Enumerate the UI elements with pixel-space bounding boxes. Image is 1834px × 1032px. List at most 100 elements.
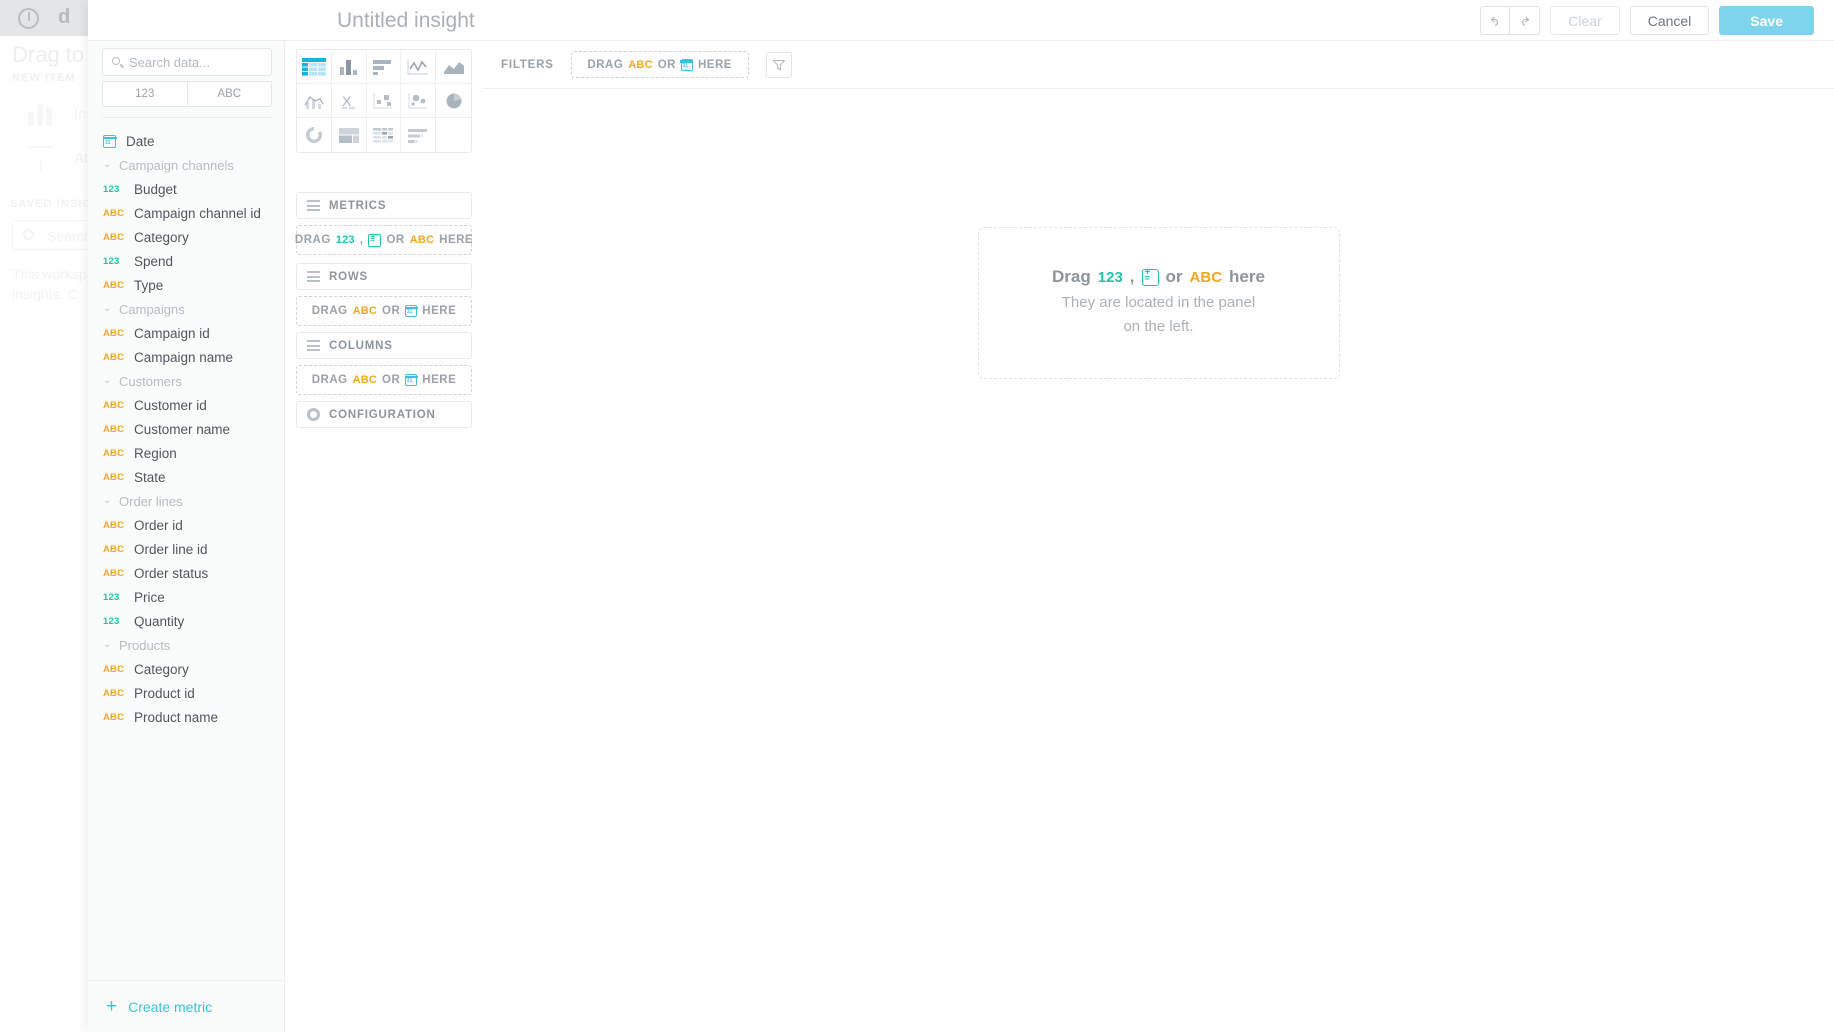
configuration-header[interactable]: CONFIGURATION	[296, 401, 472, 428]
field-row[interactable]: ABC Product id	[88, 681, 284, 705]
columns-header[interactable]: COLUMNS	[296, 332, 472, 359]
redo-icon[interactable]	[1510, 6, 1541, 35]
field-group-header[interactable]: ⌄ Products	[88, 633, 284, 657]
field-row[interactable]: 123 Quantity	[88, 609, 284, 633]
text-type-tag: ABC	[103, 447, 125, 459]
field-type-toggle: 123 ABC	[102, 81, 272, 107]
field-row[interactable]: ABC State	[88, 465, 284, 489]
viz-combo-chart[interactable]	[297, 84, 332, 118]
viz-table-chart[interactable]	[297, 50, 332, 84]
field-row[interactable]: ABC Campaign id	[88, 321, 284, 345]
field-label: Type	[134, 277, 164, 293]
field-row[interactable]: ABC Product name	[88, 705, 284, 729]
dropzone-or-label: OR	[382, 305, 401, 317]
dropzone-drag-label: DRAG	[311, 305, 348, 317]
toggle-text[interactable]: ABC	[186, 82, 272, 106]
field-list[interactable]: Date ⌄ Campaign channels 123 Budget ABC Campa…	[88, 125, 284, 980]
field-row[interactable]: ABC Customer name	[88, 417, 284, 441]
filter-toggle-button[interactable]	[765, 51, 792, 78]
field-row[interactable]: 123 Spend	[88, 249, 284, 273]
configuration-label: CONFIGURATION	[329, 408, 436, 421]
toggle-numeric[interactable]: 123	[103, 82, 187, 106]
field-row[interactable]: ABC Order status	[88, 561, 284, 585]
viz-pie-chart[interactable]	[436, 84, 471, 118]
filters-dropzone[interactable]: DRAG ABC OR HERE	[570, 51, 749, 78]
viz-heatmap-chart[interactable]	[401, 84, 437, 118]
viz-bubble-chart[interactable]	[366, 84, 402, 118]
empty-state-or-label: or	[1165, 267, 1183, 286]
save-button[interactable]: Save	[1719, 6, 1814, 35]
viz-line-chart[interactable]	[401, 50, 437, 84]
viz-donut-chart[interactable]	[297, 118, 332, 152]
background-search-placeholder: Search	[47, 228, 92, 244]
field-label: Campaign name	[134, 349, 234, 365]
text-type-tag: ABC	[103, 687, 125, 699]
metrics-header[interactable]: METRICS	[296, 192, 472, 219]
search-input[interactable]	[129, 49, 267, 75]
text-type-tag: ABC	[103, 711, 125, 723]
field-label: Region	[134, 445, 177, 461]
field-row[interactable]: ABC Region	[88, 441, 284, 465]
field-row[interactable]: ABC Customer id	[88, 393, 284, 417]
field-row[interactable]: ABC Campaign name	[88, 345, 284, 369]
field-row[interactable]: ABC Campaign channel id	[88, 201, 284, 225]
page-title[interactable]: Untitled insight	[337, 9, 475, 33]
viz-bar-chart[interactable]	[366, 50, 402, 84]
text-type-tag: ABC	[103, 663, 125, 675]
columns-dropzone[interactable]: DRAG ABC OR HERE	[296, 365, 472, 395]
configuration-column: X METRICS DRAG 123 , + = OR ABC HERE ROW…	[285, 41, 483, 1032]
field-label: Customer name	[134, 421, 231, 437]
field-row[interactable]: 123 Budget	[88, 177, 284, 201]
data-catalog-panel: 123 ABC Date ⌄ Campaign channels 123 Budget…	[88, 41, 285, 1032]
undo-icon[interactable]	[1480, 6, 1511, 35]
header-actions: Clear Cancel Save	[1480, 6, 1814, 35]
field-row[interactable]: ABC Order line id	[88, 537, 284, 561]
list-icon	[307, 271, 320, 282]
field-row[interactable]: ABC Category	[88, 657, 284, 681]
viz-scatter-chart[interactable]: X	[331, 84, 367, 118]
columns-label: COLUMNS	[329, 339, 393, 352]
numeric-type-tag: 123	[103, 615, 120, 627]
numeric-type-tag: 123	[103, 255, 120, 267]
field-group-label: Customers	[119, 373, 182, 389]
field-label: Date	[126, 133, 155, 149]
field-row[interactable]: ABC Type	[88, 273, 284, 297]
empty-state-subtext-line1: They are located in the panel	[1061, 294, 1256, 311]
field-group-header[interactable]: ⌄ Campaign channels	[88, 153, 284, 177]
calendar-icon	[102, 134, 117, 148]
field-group-header[interactable]: ⌄ Order lines	[88, 489, 284, 513]
field-group-header[interactable]: ⌄ Campaigns	[88, 297, 284, 321]
text-type-tag: ABC	[103, 231, 125, 243]
viz-headline-list[interactable]	[401, 118, 437, 152]
viz-column-chart[interactable]	[331, 50, 367, 84]
funnel-icon	[772, 59, 785, 71]
metric-icon	[368, 232, 382, 247]
metrics-dropzone[interactable]: DRAG 123 , OR ABC HERE	[295, 225, 473, 255]
empty-state-subtext: They are located in the panel on the lef…	[1062, 291, 1255, 339]
funnel-icon	[24, 142, 58, 176]
text-type-tag: ABC	[628, 58, 653, 71]
viz-area-chart[interactable]	[436, 50, 471, 84]
field-group-header[interactable]: ⌄ Customers	[88, 369, 284, 393]
dropzone-or-label: OR	[382, 374, 401, 386]
rows-header[interactable]: ROWS	[296, 263, 472, 290]
field-row[interactable]: ABC Order id	[88, 513, 284, 537]
field-row[interactable]: 123 Price	[88, 585, 284, 609]
field-label: Quantity	[134, 613, 185, 629]
text-type-tag: ABC	[409, 234, 435, 246]
field-row-date[interactable]: Date	[88, 129, 284, 153]
viz-treemap-chart[interactable]	[332, 118, 367, 152]
calendar-icon	[680, 58, 694, 71]
viz-pivot-table[interactable]	[367, 118, 402, 152]
create-metric-button[interactable]: + Create metric	[88, 980, 284, 1032]
insight-editor-modal: Untitled insight Clear Cancel Save Searc…	[88, 0, 1834, 1032]
rows-dropzone[interactable]: DRAG ABC OR HERE	[296, 296, 472, 326]
chevron-down-icon: ⌄	[103, 159, 112, 170]
dropzone-here-label: HERE	[422, 305, 457, 317]
background-paragraph-line1: This workspa	[12, 266, 95, 282]
field-row[interactable]: ABC Category	[88, 225, 284, 249]
clear-button[interactable]: Clear	[1550, 6, 1620, 35]
text-type-tag: ABC	[352, 305, 378, 317]
cancel-button[interactable]: Cancel	[1629, 6, 1710, 35]
catalog-divider	[102, 117, 272, 118]
